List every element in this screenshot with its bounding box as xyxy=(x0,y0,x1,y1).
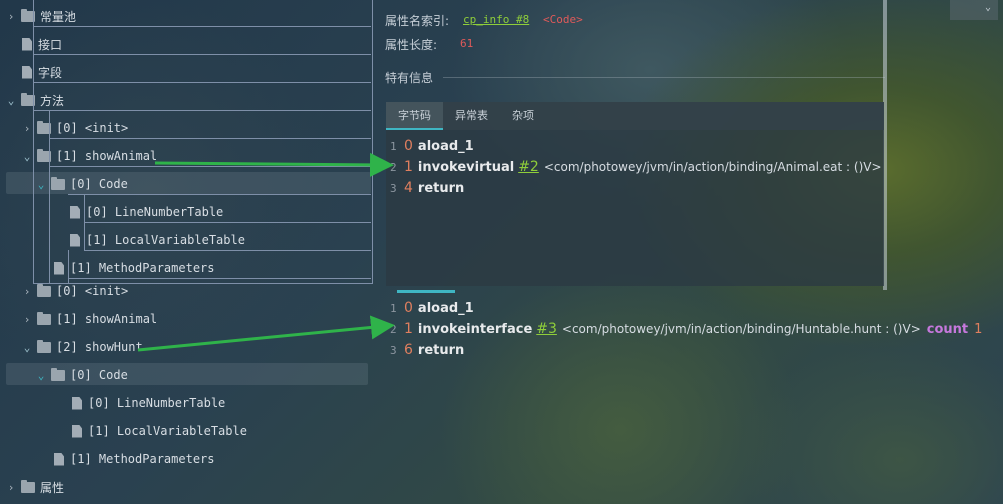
arrow-invokevirtual xyxy=(154,152,394,177)
arrow-invokeinterface xyxy=(137,315,395,352)
annotation-arrows xyxy=(137,152,395,352)
